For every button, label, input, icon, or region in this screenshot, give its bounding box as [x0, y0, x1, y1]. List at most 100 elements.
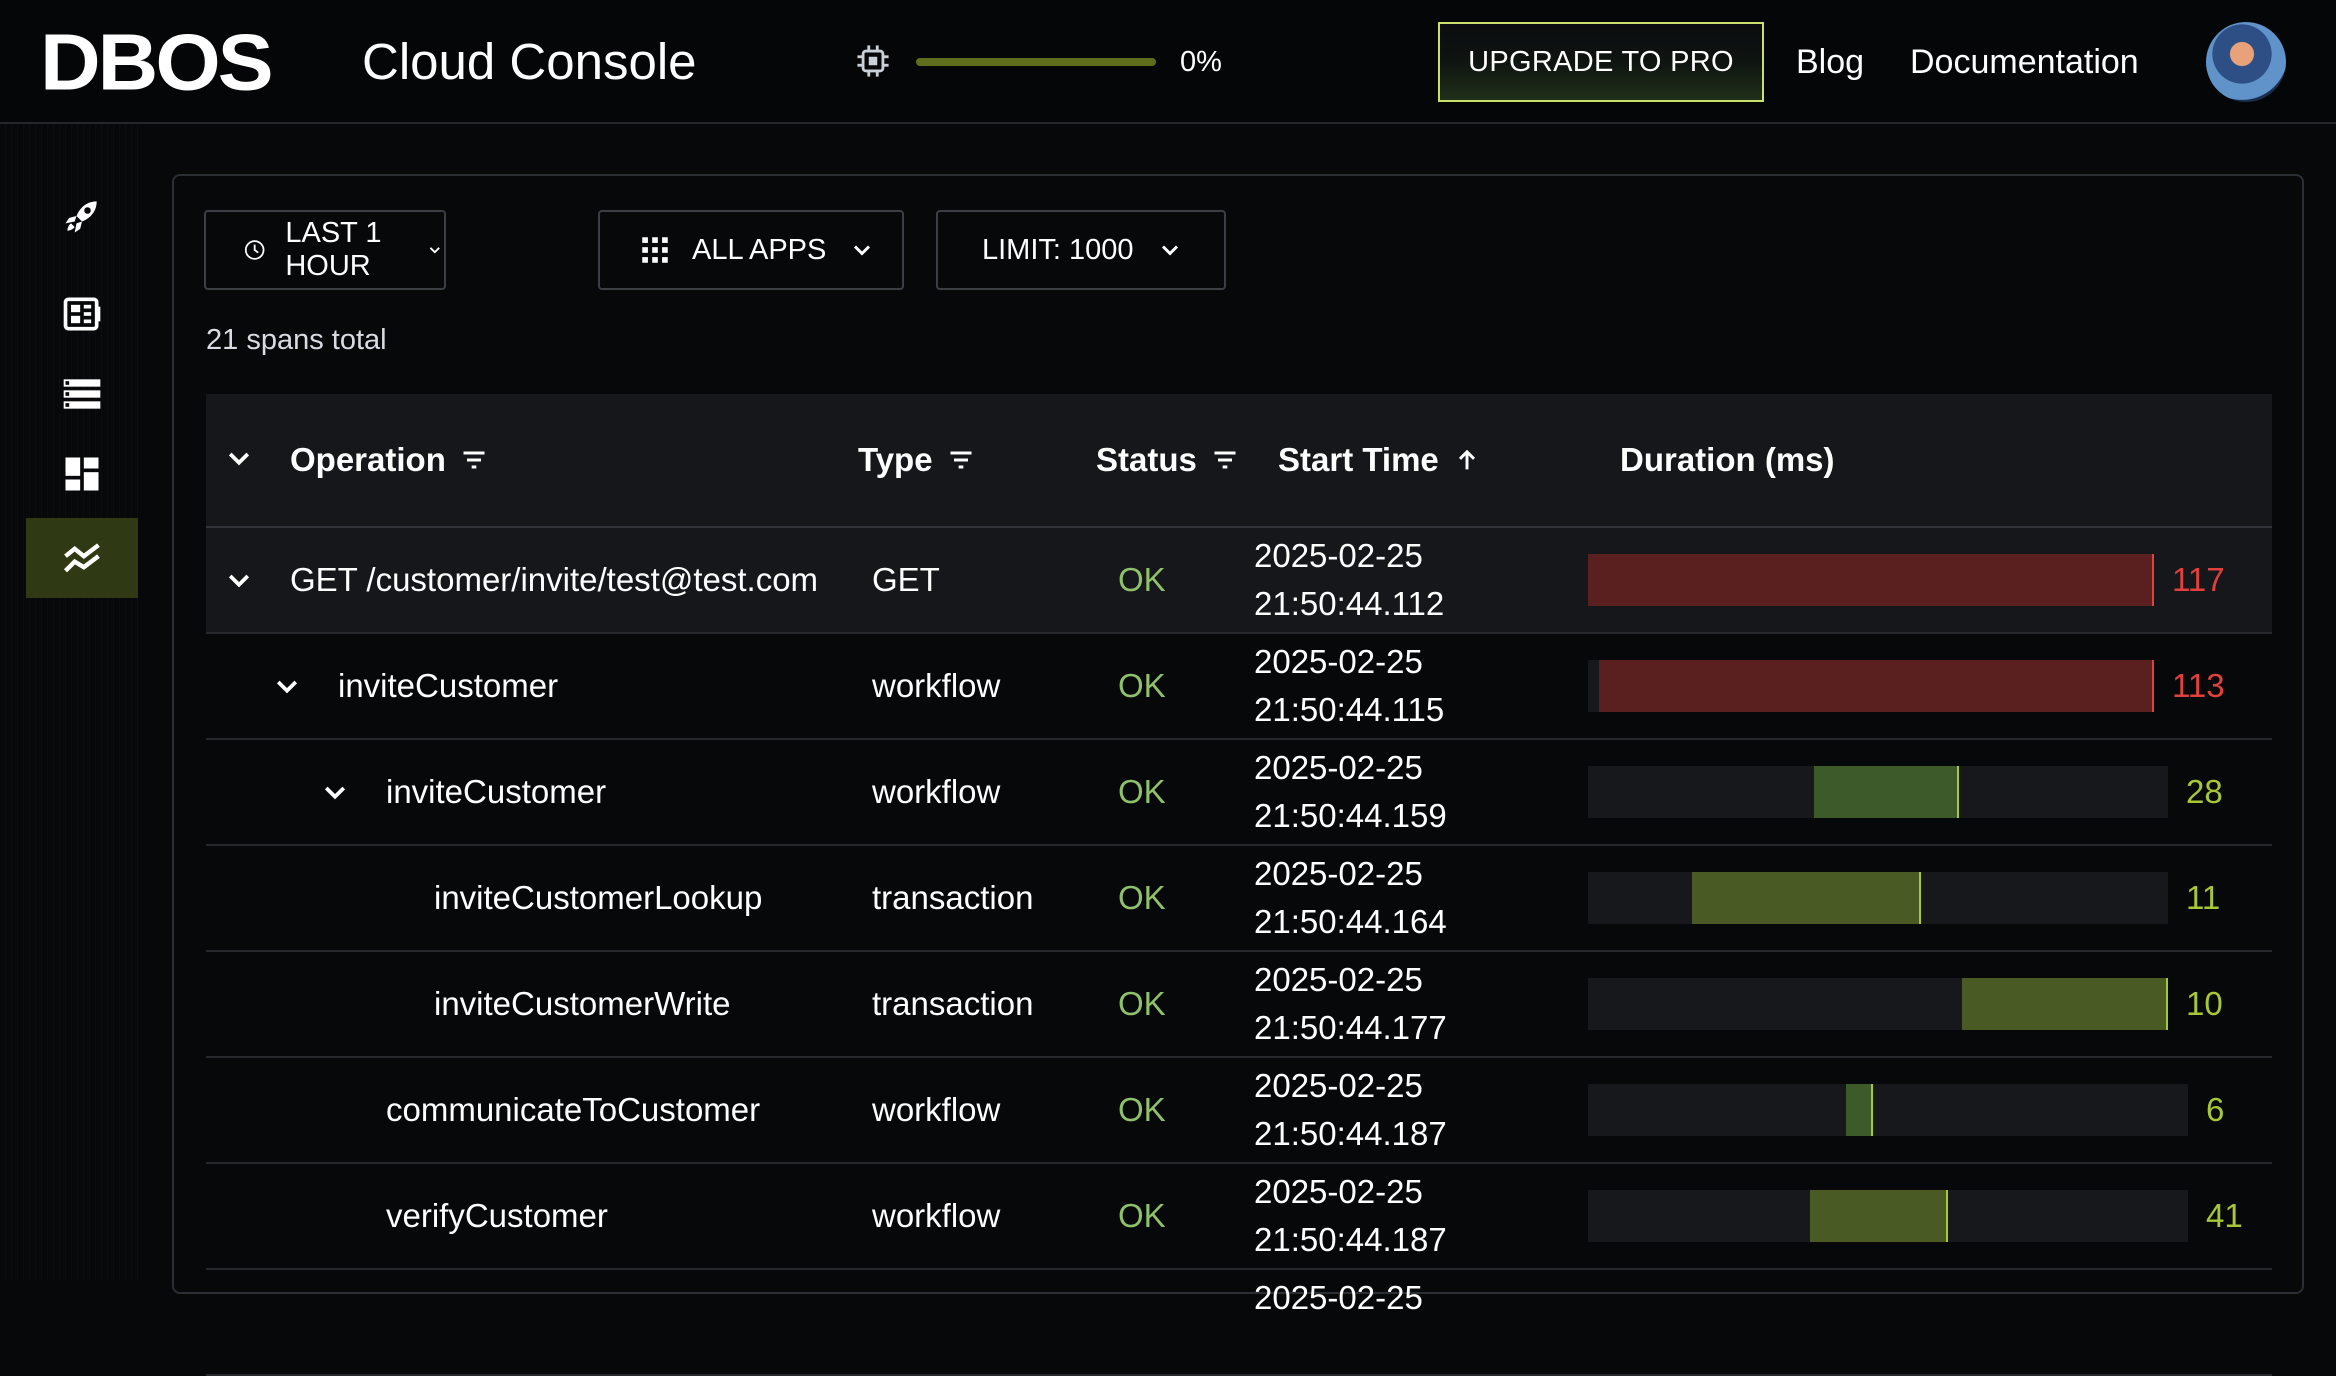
chevron-down-icon[interactable] [224, 566, 254, 596]
duration-value: 113 [2172, 667, 2225, 704]
database-icon [63, 379, 101, 409]
span-type: transaction [872, 985, 1034, 1022]
start-time: 2025-02-25 21:50:44.112 [1254, 532, 1444, 628]
user-avatar[interactable] [2206, 22, 2286, 102]
apps-label: ALL APPS [692, 233, 827, 266]
start-date: 2025-02-25 [1254, 643, 1423, 680]
start-date: 2025-02-25 [1254, 1173, 1423, 1210]
table-header: Operation Type Status Start Time Duratio… [206, 394, 2272, 528]
sidebar-item-dashboard[interactable] [26, 434, 138, 514]
filter-icon[interactable] [1211, 446, 1239, 474]
start-time: 2025-02-25 21:50:44.177 [1254, 956, 1447, 1052]
chevron-down-icon[interactable] [320, 778, 350, 808]
span-type: workflow [872, 667, 1001, 704]
documentation-link[interactable]: Documentation [1910, 40, 2139, 84]
column-duration[interactable]: Duration (ms) [1620, 438, 1835, 482]
table-row[interactable]: GET /customer/invite/test@test.com GET OK 2… [206, 528, 2272, 634]
start-date: 2025-02-25 [1254, 1279, 1423, 1316]
limit-dropdown[interactable]: LIMIT: 1000 [936, 210, 1226, 290]
table-row[interactable]: 2025-02-25 [206, 1270, 2272, 1376]
table-row[interactable]: inviteCustomerWrite transaction OK 2025-02-… [206, 952, 2272, 1058]
start-time: 2025-02-25 [1254, 1274, 1423, 1322]
top-bar: DBOS Cloud Console 0% UPGRADE TO PRO Blo… [0, 0, 2336, 124]
traces-panel: LAST 1 HOUR ALL APPS LIMIT: 1000 21 span… [172, 174, 2304, 1376]
duration-bar[interactable] [1810, 1190, 1948, 1242]
table-row[interactable]: verifyCustomer workflow OK 2025-02-25 21:50:… [206, 1164, 2272, 1270]
duration-value: 11 [2186, 879, 2221, 916]
collapse-all-icon[interactable] [224, 444, 254, 474]
filter-icon[interactable] [947, 446, 975, 474]
start-date: 2025-02-25 [1254, 855, 1423, 892]
start-date: 2025-02-25 [1254, 961, 1423, 998]
span-type: workflow [872, 1091, 1001, 1128]
duration-value: 28 [2186, 773, 2223, 810]
operation-name: inviteCustomer [386, 773, 607, 810]
chevron-down-icon[interactable] [272, 672, 302, 702]
operation-name: GET /customer/invite/test@test.com [290, 561, 819, 598]
duration-bar[interactable] [1962, 978, 2168, 1030]
start-date: 2025-02-25 [1254, 537, 1423, 574]
column-start-time-label: Start Time [1278, 441, 1439, 478]
upgrade-button[interactable]: UPGRADE TO PRO [1438, 22, 1764, 102]
operation-name: inviteCustomerWrite [434, 985, 731, 1022]
duration-track [1588, 1190, 2188, 1242]
start-time: 2025-02-25 21:50:44.187 [1254, 1062, 1447, 1158]
duration-value: 41 [2206, 1197, 2243, 1234]
duration-bar[interactable] [1814, 766, 1960, 818]
column-status[interactable]: Status [1096, 438, 1239, 482]
duration-track [1588, 660, 2154, 712]
sidebar-item-launch[interactable] [26, 176, 138, 256]
operation-name: communicateToCustomer [386, 1091, 761, 1128]
start-time: 2025-02-25 21:50:44.159 [1254, 744, 1447, 840]
duration-bar[interactable] [1599, 660, 2154, 712]
duration-track [1588, 766, 2168, 818]
logo-wordmark: DBOS [40, 17, 274, 107]
span-type: GET [872, 561, 940, 598]
table-row[interactable]: communicateToCustomer workflow OK 2025-02-2… [206, 1058, 2272, 1164]
span-type: workflow [872, 1197, 1001, 1234]
start-clock: 21:50:44.115 [1254, 691, 1445, 728]
product-title: Cloud Console [362, 33, 697, 90]
sidebar-item-apps[interactable] [26, 274, 138, 354]
column-operation-label: Operation [290, 441, 446, 478]
table-row[interactable]: inviteCustomer workflow OK 2025-02-25 21:50:… [206, 634, 2272, 740]
operation-name: verifyCustomer [386, 1197, 608, 1234]
start-time: 2025-02-25 21:50:44.187 [1254, 1168, 1447, 1264]
duration-track [1588, 978, 2168, 1030]
table-row[interactable]: inviteCustomerLookup transaction OK 2025-02… [206, 846, 2272, 952]
filter-icon[interactable] [460, 446, 488, 474]
duration-value: 10 [2186, 985, 2223, 1022]
status-badge: OK [1118, 561, 1166, 598]
status-badge: OK [1118, 773, 1166, 810]
dbos-logo[interactable]: DBOS [40, 17, 274, 107]
span-type: workflow [872, 773, 1001, 810]
duration-bar[interactable] [1692, 872, 1922, 924]
rocket-icon [65, 201, 97, 233]
column-duration-label: Duration (ms) [1620, 441, 1835, 478]
span-type: transaction [872, 879, 1034, 916]
operation-name: inviteCustomerLookup [434, 879, 763, 916]
duration-value: 117 [2172, 561, 2225, 598]
cpu-usage-bar [916, 58, 1156, 66]
apps-dropdown[interactable]: ALL APPS [598, 210, 904, 290]
column-type-label: Type [858, 441, 933, 478]
duration-bar[interactable] [1588, 554, 2154, 606]
sidebar-item-database[interactable] [26, 354, 138, 434]
limit-label: LIMIT: 1000 [982, 233, 1134, 266]
time-range-label: LAST 1 HOUR [285, 217, 382, 282]
table-body: GET /customer/invite/test@test.com GET OK 2… [206, 528, 2272, 1376]
column-operation[interactable]: Operation [290, 438, 488, 482]
start-date: 2025-02-25 [1254, 749, 1423, 786]
blog-link[interactable]: Blog [1796, 40, 1864, 84]
table-row[interactable]: inviteCustomer workflow OK 2025-02-25 21:50:… [206, 740, 2272, 846]
time-range-dropdown[interactable]: LAST 1 HOUR [204, 210, 446, 290]
column-type[interactable]: Type [858, 438, 975, 482]
chevron-down-icon [1161, 245, 1178, 256]
clock-icon [244, 240, 265, 260]
status-badge: OK [1118, 1197, 1166, 1234]
column-start-time[interactable]: Start Time [1278, 438, 1481, 482]
sort-ascending-icon[interactable] [1453, 446, 1481, 474]
sidebar-item-traces[interactable] [26, 518, 138, 598]
duration-bar[interactable] [1846, 1084, 1873, 1136]
start-clock: 21:50:44.159 [1254, 797, 1447, 834]
